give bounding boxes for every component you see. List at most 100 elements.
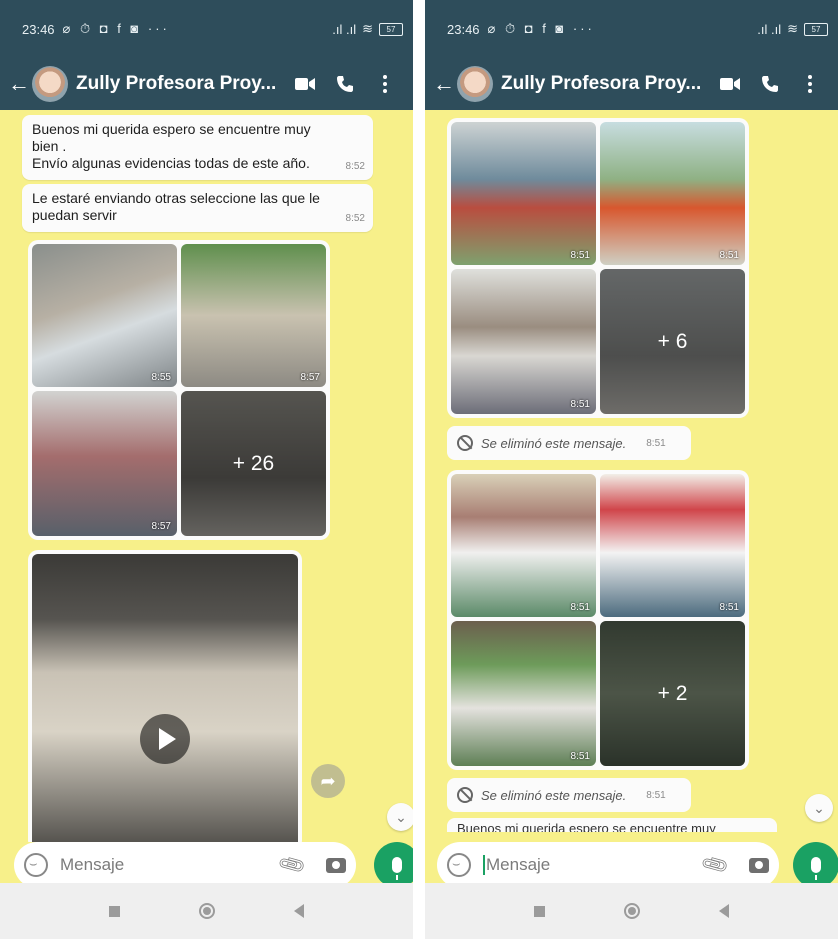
emoji-icon[interactable] — [447, 853, 471, 877]
partial-text-message[interactable]: Buenos mi querida espero se encuentre mu… — [447, 818, 777, 832]
video-thumbnail[interactable] — [32, 554, 298, 842]
photo-time: 8:57 — [300, 372, 320, 383]
photo-thumbnail[interactable]: 8:51 — [600, 122, 745, 265]
photo-time: 8:51 — [570, 399, 590, 410]
video-message[interactable] — [28, 550, 302, 842]
photo-time: 8:51 — [719, 602, 739, 613]
more-photos-count: + 2 — [600, 621, 745, 766]
recents-icon[interactable] — [109, 905, 121, 917]
photo-time: 8:55 — [151, 372, 171, 383]
paperclip-icon[interactable]: 📎︎ — [275, 849, 308, 882]
back-arrow-icon[interactable]: ← — [8, 71, 30, 97]
blocked-icon — [457, 435, 473, 451]
photo-time: 8:51 — [570, 250, 590, 261]
blocked-icon — [457, 787, 473, 803]
message-list[interactable]: Buenos mi querida espero se encuentre mu… — [0, 110, 413, 842]
message-time: 8:52 — [345, 213, 365, 224]
paperclip-icon[interactable]: 📎︎ — [698, 849, 731, 882]
back-nav-icon[interactable] — [293, 904, 304, 918]
message-input[interactable]: Mensaje — [60, 855, 280, 875]
message-time: 8:51 — [646, 437, 666, 449]
deleted-message-text: Se eliminó este mensaje. — [481, 787, 627, 803]
back-nav-icon[interactable] — [718, 904, 729, 918]
contact-name[interactable]: Zully Profesora Proy... — [76, 73, 285, 95]
message-composer[interactable]: Mensaje 📎︎ — [437, 842, 779, 888]
text-message[interactable]: Le estaré enviando otras seleccione las … — [22, 184, 373, 232]
photo-album[interactable]: 8:51 8:51 8:51 + 2 — [447, 470, 749, 770]
recents-icon[interactable] — [534, 905, 546, 917]
kebab-menu-icon[interactable] — [365, 75, 405, 93]
photo-time: 8:51 — [719, 250, 739, 261]
photo-thumbnail[interactable]: 8:51 — [451, 621, 596, 766]
system-nav-bar — [425, 883, 838, 939]
play-icon[interactable] — [140, 714, 190, 764]
text-message[interactable]: Buenos mi querida espero se encuentre mu… — [22, 115, 373, 180]
photo-thumbnail[interactable]: 8:57 — [181, 244, 326, 387]
chat-screen-left: 23:46 ⌀ ⏱ ◘ f ◙ ··· .ıl .ıl ≋ 57 ← Zully… — [0, 0, 413, 939]
photo-thumbnail[interactable]: 8:51 — [600, 474, 745, 617]
signal-icon: .ıl .ıl — [332, 21, 357, 37]
message-list[interactable]: 8:51 8:51 8:51 + 6 Se eliminó este mensa… — [425, 110, 838, 842]
battery-icon: 57 — [379, 22, 403, 36]
message-time: 8:52 — [345, 161, 365, 172]
phone-icon[interactable] — [325, 75, 365, 93]
status-bar: 23:46 ⌀ ⏱ ◘ f ◙ ··· .ıl .ıl ≋ 57 — [425, 0, 838, 58]
status-bar: 23:46 ⌀ ⏱ ◘ f ◙ ··· .ıl .ıl ≋ 57 — [0, 0, 413, 58]
phone-icon[interactable] — [750, 75, 790, 93]
microphone-button[interactable] — [374, 842, 413, 888]
avatar[interactable] — [457, 66, 493, 102]
photo-time: 8:51 — [570, 602, 590, 613]
more-photos-thumbnail[interactable]: + 2 — [600, 621, 745, 766]
chat-screen-right: 23:46 ⌀ ⏱ ◘ f ◙ ··· .ıl .ıl ≋ 57 ← Zully… — [425, 0, 838, 939]
back-arrow-icon[interactable]: ← — [433, 71, 455, 97]
notification-icons: ⌀ ⏱ ◘ f ◙ ··· — [62, 21, 170, 36]
scroll-down-icon[interactable]: ⌄ — [387, 803, 413, 831]
system-nav-bar — [0, 883, 413, 939]
deleted-message-text: Se eliminó este mensaje. — [481, 435, 627, 451]
deleted-message[interactable]: Se eliminó este mensaje. 8:51 — [447, 426, 691, 460]
photo-thumbnail[interactable]: 8:51 — [451, 122, 596, 265]
video-call-icon[interactable] — [285, 77, 325, 91]
avatar[interactable] — [32, 66, 68, 102]
chat-header: ← Zully Profesora Proy... — [425, 58, 838, 110]
message-time: 8:51 — [646, 789, 666, 801]
status-time: 23:46 — [447, 21, 480, 37]
kebab-menu-icon[interactable] — [790, 75, 830, 93]
message-text: Buenos mi querida espero se encuentre mu… — [32, 121, 311, 171]
chat-header: ← Zully Profesora Proy... — [0, 58, 413, 110]
battery-icon: 57 — [804, 22, 828, 36]
home-icon[interactable] — [623, 903, 640, 919]
microphone-icon — [392, 857, 402, 880]
notification-icons: ⌀ ⏱ ◘ f ◙ ··· — [487, 21, 595, 36]
photo-thumbnail[interactable]: 8:55 — [32, 244, 177, 387]
more-photos-count: + 6 — [600, 269, 745, 414]
microphone-icon — [811, 857, 821, 880]
more-photos-count: + 26 — [181, 391, 326, 536]
message-text: Le estaré enviando otras seleccione las … — [32, 190, 320, 223]
photo-album[interactable]: 8:51 8:51 8:51 + 6 — [447, 118, 749, 418]
photo-album[interactable]: 8:55 8:57 8:57 + 26 — [28, 240, 330, 540]
contact-name[interactable]: Zully Profesora Proy... — [501, 73, 710, 95]
photo-thumbnail[interactable]: 8:57 — [32, 391, 177, 536]
video-call-icon[interactable] — [710, 77, 750, 91]
status-time: 23:46 — [22, 21, 55, 37]
wifi-icon: ≋ — [787, 21, 798, 36]
more-photos-thumbnail[interactable]: + 26 — [181, 391, 326, 536]
signal-icon: .ıl .ıl — [757, 21, 782, 37]
home-icon[interactable] — [198, 903, 215, 919]
emoji-icon[interactable] — [24, 853, 48, 877]
scroll-down-icon[interactable]: ⌄ — [805, 794, 833, 822]
forward-icon[interactable]: ➦ — [311, 764, 345, 798]
message-input[interactable]: Mensaje — [483, 855, 703, 875]
photo-time: 8:51 — [570, 751, 590, 762]
message-composer[interactable]: Mensaje 📎︎ — [14, 842, 356, 888]
photo-time: 8:57 — [151, 521, 171, 532]
microphone-button[interactable] — [793, 842, 838, 888]
deleted-message[interactable]: Se eliminó este mensaje. 8:51 — [447, 778, 691, 812]
camera-icon[interactable] — [749, 857, 769, 873]
camera-icon[interactable] — [326, 857, 346, 873]
wifi-icon: ≋ — [362, 21, 373, 36]
more-photos-thumbnail[interactable]: + 6 — [600, 269, 745, 414]
photo-thumbnail[interactable]: 8:51 — [451, 474, 596, 617]
photo-thumbnail[interactable]: 8:51 — [451, 269, 596, 414]
